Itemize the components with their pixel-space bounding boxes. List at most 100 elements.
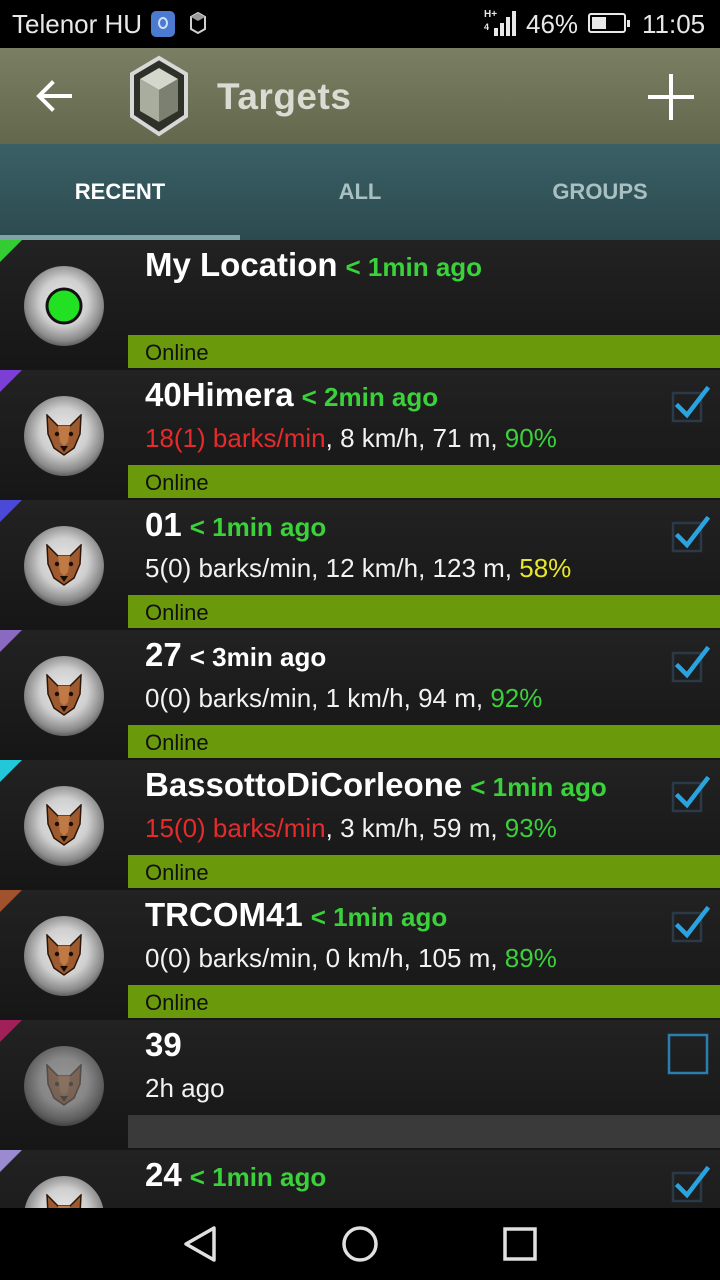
target-row[interactable]: TRCOM41 < 1min ago 0(0) barks/min, 0 km/h,…	[0, 890, 720, 1020]
target-row[interactable]: 39 2h ago	[0, 1020, 720, 1150]
clock: 11:05	[642, 9, 706, 39]
status-badge: Online	[128, 855, 720, 888]
target-row[interactable]: 27 < 3min ago 0(0) barks/min, 1 km/h, 94 m…	[0, 630, 720, 760]
checked-checkbox[interactable]	[670, 904, 711, 949]
target-stats: 2h ago	[145, 1073, 225, 1104]
checked-checkbox[interactable]	[670, 514, 711, 559]
checked-checkbox[interactable]	[670, 644, 711, 689]
target-list[interactable]: My Location < 1min ago Online 40Himera < 2m…	[0, 240, 720, 1208]
target-stats: 0(0) barks/min, 0 km/h, 105 m, 89%	[145, 943, 557, 974]
checkbox-checked-icon	[671, 645, 711, 683]
target-name: 27	[145, 636, 182, 673]
target-name: 40Himera	[145, 376, 294, 413]
last-seen-time: < 2min ago	[301, 382, 439, 412]
stat-segment: 90%	[504, 423, 557, 453]
target-name-line: BassottoDiCorleone < 1min ago	[145, 766, 607, 804]
status-badge: Online	[128, 985, 720, 1018]
signal-strength-icon: H+ 4	[484, 9, 516, 36]
checkbox-checked-icon	[671, 775, 711, 813]
target-name: 24	[145, 1156, 182, 1193]
target-row[interactable]: My Location < 1min ago Online	[0, 240, 720, 370]
target-row[interactable]: 40Himera < 2min ago 18(1) barks/min, 8 km/…	[0, 370, 720, 500]
stat-segment: , 3 km/h, 59 m,	[325, 813, 505, 843]
target-row[interactable]: BassottoDiCorleone < 1min ago 15(0) barks/…	[0, 760, 720, 890]
checked-checkbox[interactable]	[670, 1164, 711, 1208]
dog-head-icon	[46, 1064, 82, 1106]
checked-checkbox[interactable]	[670, 384, 711, 429]
dog-avatar	[24, 1176, 104, 1208]
target-stats: 5(0) barks/min, 12 km/h, 123 m, 58%	[145, 553, 571, 584]
last-seen-time: < 1min ago	[310, 902, 448, 932]
location-shield-icon	[151, 11, 175, 37]
tab-all[interactable]: ALL	[240, 144, 480, 240]
dog-head-icon	[46, 544, 82, 586]
tab-recent[interactable]: RECENT	[0, 144, 240, 240]
stat-segment: 89%	[504, 943, 557, 973]
stat-segment: 2h ago	[145, 1073, 225, 1103]
triangle-back-icon[interactable]	[178, 1222, 222, 1266]
square-recents-icon[interactable]	[498, 1222, 542, 1266]
stat-segment: 0(0) barks/min, 0 km/h, 105 m,	[145, 943, 505, 973]
checkbox-checked-icon	[671, 1165, 711, 1203]
row-color-marker	[0, 630, 22, 652]
target-name: 01	[145, 506, 182, 543]
dog-avatar	[24, 786, 104, 866]
status-badge: Online	[128, 725, 720, 758]
status-badge	[128, 1115, 720, 1148]
dog-head-icon	[46, 934, 82, 976]
stat-segment: 5(0) barks/min, 12 km/h, 123 m,	[145, 553, 520, 583]
unchecked-checkbox[interactable]	[666, 1032, 710, 1081]
tab-groups[interactable]: GROUPS	[480, 144, 720, 240]
row-color-marker	[0, 500, 22, 522]
green-dot-icon	[45, 287, 83, 325]
row-color-marker	[0, 240, 22, 262]
row-color-marker	[0, 760, 22, 782]
target-name-line: 24 < 1min ago	[145, 1156, 326, 1194]
carrier-name: Telenor HU	[12, 9, 143, 39]
stat-segment: 0(0) barks/min, 1 km/h, 94 m,	[145, 683, 491, 713]
last-seen-time: < 1min ago	[470, 772, 607, 802]
checkbox-empty-icon	[667, 1033, 709, 1075]
status-badge: Online	[128, 595, 720, 628]
checkbox-checked-icon	[671, 905, 711, 943]
target-row[interactable]: 01 < 1min ago 5(0) barks/min, 12 km/h, 123…	[0, 500, 720, 630]
dog-avatar	[24, 396, 104, 476]
app-notification-icon	[190, 12, 206, 34]
system-nav-bar	[0, 1208, 720, 1280]
row-color-marker	[0, 1020, 22, 1042]
circle-home-icon[interactable]	[338, 1222, 382, 1266]
arrow-left-icon[interactable]	[30, 74, 78, 118]
target-name: TRCOM41	[145, 896, 303, 933]
target-row[interactable]: 24< 1min agoOnline	[0, 1150, 720, 1208]
last-seen-time: < 1min ago	[189, 512, 327, 542]
app-logo-icon	[130, 55, 188, 137]
stat-segment: 92%	[490, 683, 543, 713]
target-name-line: 27 < 3min ago	[145, 636, 326, 674]
stat-segment: 58%	[519, 553, 572, 583]
checkbox-checked-icon	[671, 515, 711, 553]
plus-icon[interactable]	[640, 72, 702, 122]
my-location-avatar	[24, 266, 104, 346]
target-name-line: 40Himera < 2min ago	[145, 376, 438, 414]
dog-head-icon	[46, 414, 82, 456]
last-seen-time: < 3min ago	[189, 642, 327, 672]
row-color-marker	[0, 890, 22, 912]
app-bar: Targets	[0, 48, 720, 144]
target-name-line: 01 < 1min ago	[145, 506, 326, 544]
dog-avatar	[24, 1046, 104, 1126]
target-stats: 15(0) barks/min, 3 km/h, 59 m, 93%	[145, 813, 557, 844]
checkbox-checked-icon	[671, 385, 711, 423]
row-color-marker	[0, 1150, 22, 1172]
dog-head-icon	[46, 804, 82, 846]
target-stats: 18(1) barks/min, 8 km/h, 71 m, 90%	[145, 423, 557, 454]
dog-avatar	[24, 916, 104, 996]
status-badge: Online	[128, 465, 720, 498]
target-name: My Location	[145, 246, 338, 283]
checked-checkbox[interactable]	[670, 774, 711, 819]
stat-segment: 93%	[504, 813, 557, 843]
dog-avatar	[24, 656, 104, 736]
stat-segment: 18(1) barks/min	[145, 423, 326, 453]
page-title: Targets	[217, 76, 352, 117]
target-name-line: TRCOM41 < 1min ago	[145, 896, 447, 934]
target-stats: 0(0) barks/min, 1 km/h, 94 m, 92%	[145, 683, 542, 714]
